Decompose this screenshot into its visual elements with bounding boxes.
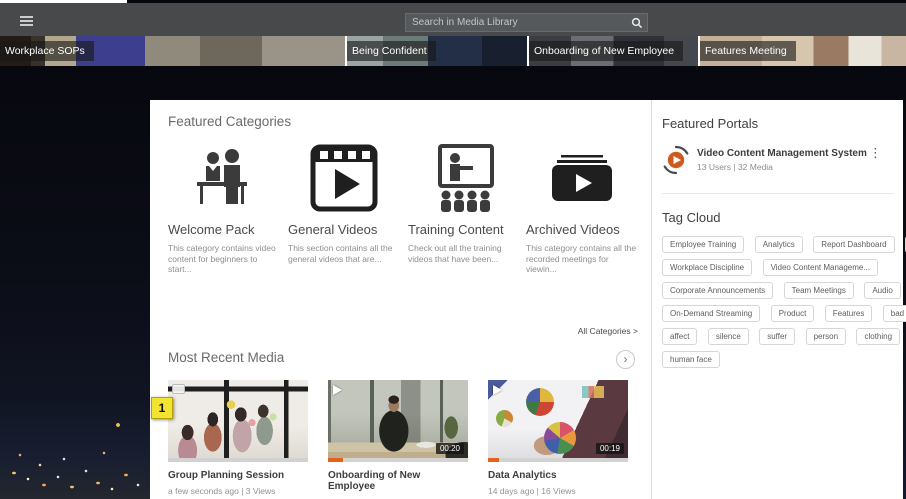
media-meta: 14 days ago | 16 Views — [488, 486, 628, 496]
media-thumbnail[interactable] — [168, 380, 308, 462]
carousel-tile-title: Onboarding of New Employee — [529, 41, 683, 61]
tag[interactable]: silence — [708, 328, 749, 345]
pie-chart-decor — [544, 422, 576, 454]
film-play-icon — [288, 142, 400, 214]
carousel-tile[interactable]: Features Meeting — [700, 36, 906, 66]
category-welcome-pack[interactable]: Welcome Pack This category contains vide… — [168, 142, 280, 275]
media-card-data-analytics[interactable]: 00:19 Data Analytics 14 days ago | 16 Vi… — [488, 380, 628, 496]
category-title: General Videos — [288, 222, 400, 237]
play-icon — [333, 385, 342, 395]
tag[interactable]: Product — [771, 305, 815, 322]
hamburger-menu-icon[interactable] — [20, 16, 34, 27]
meeting-desk-icon — [168, 142, 280, 214]
pie-chart-decor — [496, 410, 513, 427]
tag[interactable]: Workplace Discipline — [662, 259, 752, 276]
night-city-background — [0, 395, 150, 499]
kebab-menu-icon[interactable]: ⋮ — [869, 146, 882, 160]
category-desc: This category contains video content for… — [168, 243, 280, 275]
category-desc: This section contains all the general vi… — [288, 243, 400, 264]
annotation-badge: 1 — [151, 397, 173, 419]
media-title: Data Analytics — [488, 470, 628, 481]
duration-badge: 00:19 — [596, 443, 624, 454]
progress-bar — [328, 458, 343, 462]
category-general-videos[interactable]: General Videos This section contains all… — [288, 142, 400, 264]
tag[interactable]: Report Dashboard — [813, 236, 894, 253]
tag[interactable]: Audio — [864, 282, 900, 299]
tag[interactable]: Video Content Manageme... — [763, 259, 878, 276]
content-panel: Featured Categories Welcome Pack This ca… — [150, 100, 903, 499]
tag[interactable]: Corporate Announcements — [662, 282, 773, 299]
duration-badge: 00:20 — [436, 443, 464, 454]
carousel-tile[interactable]: Workplace SOPs — [0, 36, 345, 66]
tag-cloud: Employee Training Analytics Report Dashb… — [662, 234, 902, 372]
topbar — [0, 3, 906, 36]
scrubber-track — [328, 458, 468, 462]
scrubber-track — [168, 458, 308, 462]
carousel-tile[interactable]: Onboarding of New Employee — [529, 36, 698, 66]
carousel-tile-title: Features Meeting — [700, 41, 796, 61]
video-carousel: Workplace SOPs Being Confident Onboardin… — [0, 36, 906, 66]
tag[interactable]: human face — [662, 351, 720, 368]
chevron-right-icon[interactable]: › — [616, 350, 635, 369]
media-thumbnail[interactable]: 00:20 — [328, 380, 468, 462]
tag[interactable]: affect — [662, 328, 697, 345]
category-archived-videos[interactable]: Archived Videos This category contains a… — [526, 142, 638, 275]
carousel-tile-title: Being Confident — [347, 41, 436, 61]
media-card-group-planning[interactable]: Group Planning Session a few seconds ago… — [168, 380, 308, 496]
search-input[interactable] — [406, 17, 627, 28]
category-training-content[interactable]: Training Content Check out all the train… — [408, 142, 520, 264]
stacked-videos-icon — [526, 142, 638, 214]
tag[interactable]: person — [806, 328, 846, 345]
tag-cloud-heading: Tag Cloud — [662, 210, 721, 225]
carousel-tile[interactable]: Being Confident — [347, 36, 527, 66]
most-recent-heading: Most Recent Media — [168, 350, 284, 365]
portal-stats: 13 Users | 32 Media — [697, 162, 773, 172]
search-box[interactable] — [405, 13, 648, 32]
media-title: Onboarding of New Employee — [328, 470, 468, 492]
image-icon — [172, 384, 185, 394]
section-divider — [662, 193, 894, 194]
category-title: Training Content — [408, 222, 520, 237]
media-thumbnail[interactable]: 00:19 — [488, 380, 628, 462]
featured-categories-heading: Featured Categories — [168, 114, 291, 129]
tag[interactable]: On-Demand Streaming — [662, 305, 760, 322]
category-desc: This category contains all the recorded … — [526, 243, 638, 275]
media-title: Group Planning Session — [168, 470, 308, 481]
portal-name[interactable]: Video Content Management System — [697, 148, 867, 159]
search-icon[interactable] — [627, 14, 647, 31]
category-desc: Check out all the training videos that h… — [408, 243, 520, 264]
category-title: Archived Videos — [526, 222, 638, 237]
portal-row[interactable]: Video Content Management System 13 Users… — [661, 144, 893, 180]
tag[interactable]: suffer — [759, 328, 795, 345]
tag[interactable]: bad thing — [883, 305, 906, 322]
tag[interactable]: Features — [825, 305, 873, 322]
all-categories-link[interactable]: All Categories > — [550, 326, 638, 336]
media-card-onboarding[interactable]: 00:20 Onboarding of New Employee 12 days… — [328, 380, 468, 499]
table-decor — [582, 386, 604, 398]
tag[interactable]: Team Meetings — [784, 282, 854, 299]
media-meta: a few seconds ago | 3 Views — [168, 486, 308, 496]
play-swirl-logo — [661, 145, 691, 175]
pie-chart-decor — [526, 388, 554, 416]
category-title: Welcome Pack — [168, 222, 280, 237]
panel-divider — [651, 100, 652, 499]
tag[interactable]: Employee Training — [662, 236, 744, 253]
featured-portals-heading: Featured Portals — [662, 116, 758, 131]
tag[interactable]: clothing — [856, 328, 900, 345]
tag[interactable]: Analytics — [755, 236, 803, 253]
scrubber-track — [488, 458, 628, 462]
progress-bar — [488, 458, 499, 462]
carousel-tile-title: Workplace SOPs — [0, 41, 94, 61]
presenter-audience-icon — [408, 142, 520, 214]
play-icon — [493, 385, 502, 395]
